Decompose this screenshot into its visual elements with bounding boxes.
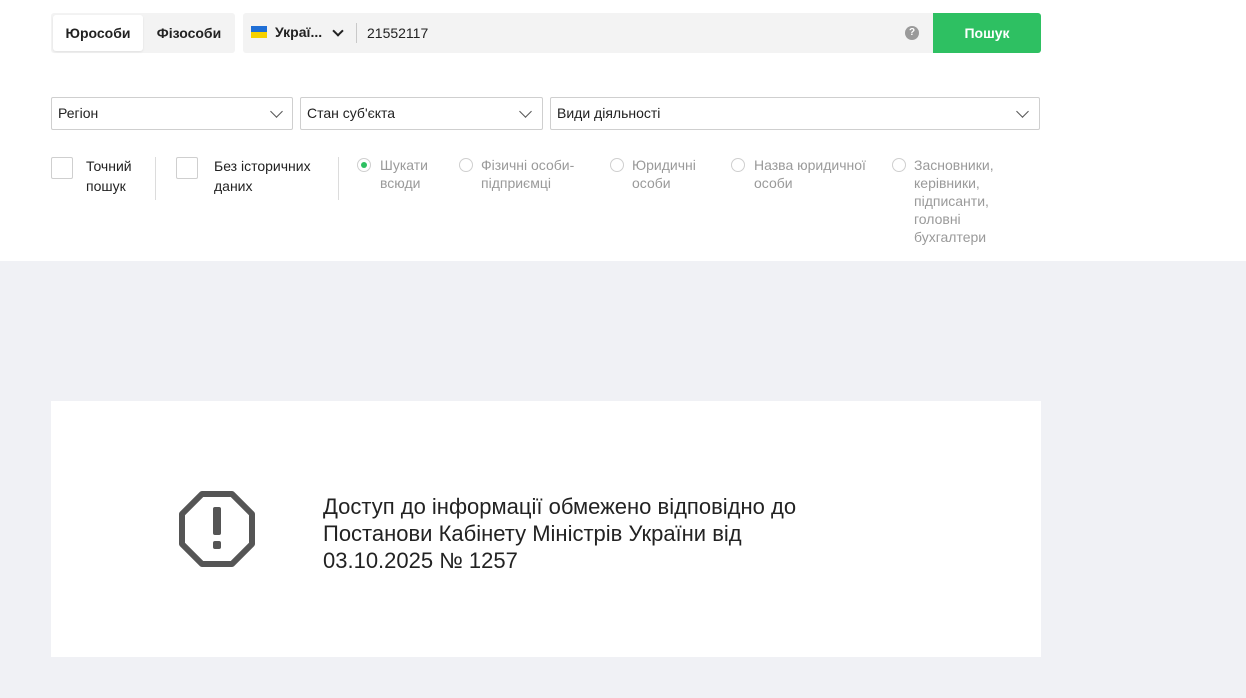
tab-individuals[interactable]: Фізособи	[143, 15, 235, 51]
divider	[338, 157, 339, 200]
activity-types-dropdown-label: Види діяльності	[557, 105, 661, 121]
entity-state-dropdown-label: Стан суб'єкта	[307, 105, 396, 121]
radio-legal-entities[interactable]	[610, 158, 624, 172]
ukraine-flag-icon	[251, 26, 267, 38]
exact-search-checkbox[interactable]	[51, 157, 73, 179]
search-input[interactable]	[367, 13, 887, 53]
chevron-down-icon	[332, 25, 344, 37]
chevron-down-icon	[519, 105, 532, 118]
exact-search-label: Точний пошук	[86, 158, 132, 194]
chevron-down-icon	[1016, 105, 1029, 118]
entity-state-dropdown[interactable]: Стан суб'єкта	[300, 97, 543, 130]
divider	[155, 157, 156, 200]
access-restricted-notice: Доступ до інформації обмежено відповідно…	[51, 401, 1041, 657]
radio-search-everywhere[interactable]	[357, 158, 371, 172]
search-button[interactable]: Пошук	[933, 13, 1041, 53]
entity-type-toggle: Юрособи Фізособи	[51, 13, 235, 53]
notice-message: Доступ до інформації обмежено відповідно…	[323, 494, 797, 573]
question-circle-icon[interactable]: ?	[905, 26, 919, 40]
divider	[356, 23, 357, 43]
no-history-label: Без історичних даних	[214, 158, 311, 194]
search-bar: Украї... ?	[243, 13, 933, 53]
region-dropdown-label: Регіон	[58, 105, 99, 121]
tab-legal-entities[interactable]: Юрособи	[53, 15, 143, 51]
region-dropdown[interactable]: Регіон	[51, 97, 293, 130]
country-select[interactable]: Украї...	[243, 13, 355, 53]
no-history-checkbox[interactable]	[176, 157, 198, 179]
octagon-exclamation-icon	[179, 491, 255, 567]
chevron-down-icon	[270, 105, 283, 118]
radio-search-everywhere-label: Шукати всюди	[380, 157, 428, 191]
radio-founders-managers-label: Засновники, керівники, підписанти, голов…	[914, 157, 994, 245]
radio-legal-entity-name-label: Назва юридичної особи	[754, 157, 866, 191]
radio-sole-proprietors-label: Фізичні особи-підприємці	[481, 157, 575, 191]
radio-legal-entities-label: Юридичні особи	[632, 157, 696, 191]
radio-legal-entity-name[interactable]	[731, 158, 745, 172]
radio-founders-managers[interactable]	[892, 158, 906, 172]
radio-sole-proprietors[interactable]	[459, 158, 473, 172]
activity-types-dropdown[interactable]: Види діяльності	[550, 97, 1040, 130]
country-label: Украї...	[275, 24, 323, 40]
